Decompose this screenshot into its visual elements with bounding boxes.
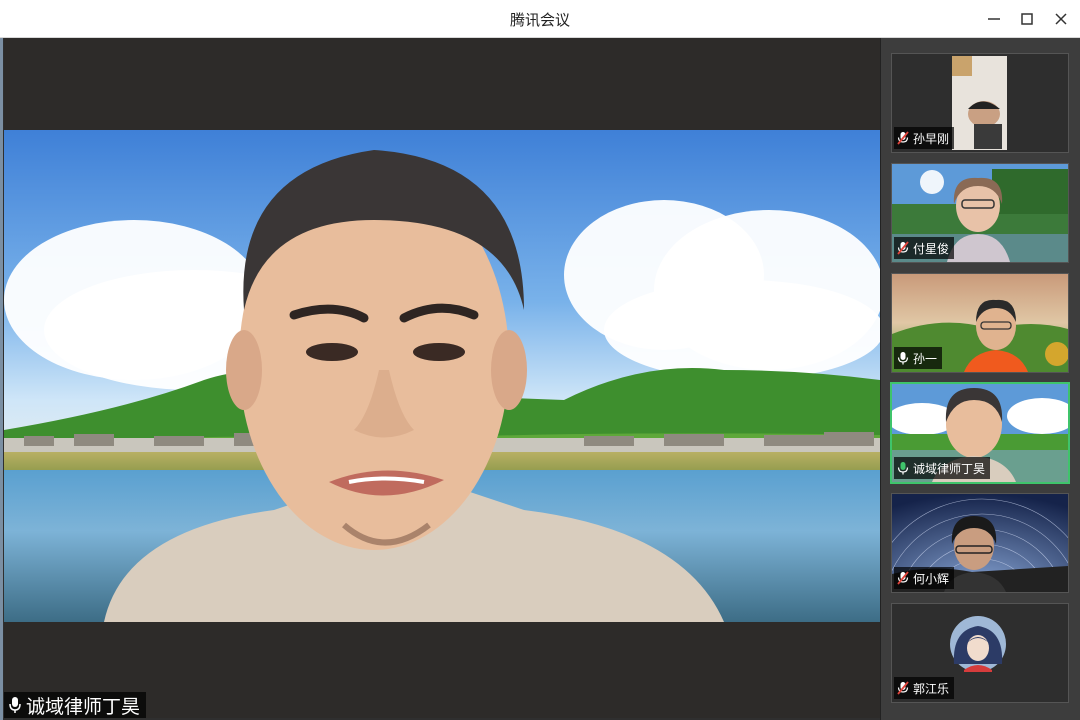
mic-icon xyxy=(9,697,21,713)
participant-name: 何小辉 xyxy=(913,571,950,586)
mic-icon xyxy=(897,352,909,365)
main-speaker-name: 诚域律师丁昊 xyxy=(26,695,141,718)
participant-tile-1[interactable]: 孙早刚 xyxy=(891,53,1069,153)
participant-tile-6[interactable]: 郭江乐 xyxy=(891,603,1069,703)
main-speaker-namebar: 诚域律师丁昊 xyxy=(4,692,147,718)
meeting-window: 腾讯会议 诚域律师丁昊 孙早刚 付星俊 孙一 诚域律师丁昊 何小辉 郭江乐 xyxy=(0,0,1080,720)
participant-name: 孙一 xyxy=(913,351,938,366)
close-icon xyxy=(1055,13,1067,25)
participant-tile-4-active[interactable]: 诚域律师丁昊 xyxy=(890,382,1070,484)
main-video-stage[interactable]: 诚域律师丁昊 xyxy=(4,38,880,718)
minimize-icon xyxy=(988,18,1000,20)
mic-muted-icon xyxy=(897,241,909,255)
participant-label: 何小辉 xyxy=(894,567,955,589)
window-left-edge xyxy=(0,0,3,720)
mic-muted-icon xyxy=(897,131,909,145)
title-bar[interactable]: 腾讯会议 xyxy=(0,0,1080,38)
mic-speaking-icon xyxy=(897,462,909,475)
participant-name: 孙早刚 xyxy=(913,131,950,146)
participant-label: 诚域律师丁昊 xyxy=(894,457,991,479)
participant-label: 孙早刚 xyxy=(894,127,955,149)
minimize-button[interactable] xyxy=(979,4,1009,34)
maximize-icon xyxy=(1021,13,1033,25)
close-button[interactable] xyxy=(1046,4,1076,34)
participant-label: 郭江乐 xyxy=(894,677,955,699)
participant-name: 郭江乐 xyxy=(913,681,950,696)
participant-label: 孙一 xyxy=(894,347,943,369)
participant-tile-2[interactable]: 付星俊 xyxy=(891,163,1069,263)
main-video-feed[interactable] xyxy=(4,130,880,622)
mic-muted-icon xyxy=(897,681,909,695)
mic-muted-icon xyxy=(897,571,909,585)
participant-tile-3[interactable]: 孙一 xyxy=(891,273,1069,373)
participant-label: 付星俊 xyxy=(894,237,955,259)
participant-tile-5[interactable]: 何小辉 xyxy=(891,493,1069,593)
window-title: 腾讯会议 xyxy=(509,11,570,29)
participant-gallery[interactable]: 孙早刚 付星俊 孙一 诚域律师丁昊 何小辉 郭江乐 xyxy=(880,38,1080,720)
participant-name: 诚域律师丁昊 xyxy=(913,461,986,476)
speaker-video-figure xyxy=(104,150,724,622)
maximize-button[interactable] xyxy=(1012,4,1042,34)
participant-name: 付星俊 xyxy=(913,241,950,256)
